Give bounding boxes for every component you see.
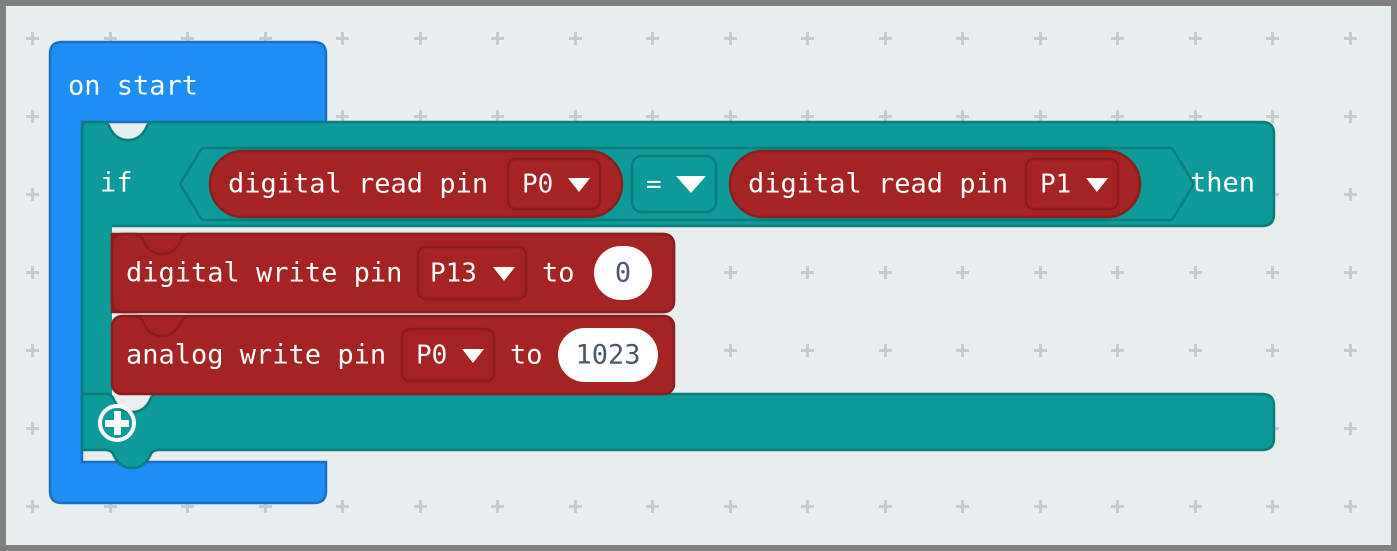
- analog-write-value-input[interactable]: 1023: [558, 328, 658, 382]
- digital-read-pin-left-label: digital read pin: [228, 169, 488, 200]
- pin-dropdown-right[interactable]: P1: [1024, 157, 1120, 211]
- analog-write-pin-value: P0: [416, 341, 447, 371]
- analog-write-to-label: to: [510, 340, 543, 371]
- comparison-operator-value: =: [646, 170, 662, 200]
- digital-write-pin-label: digital write pin: [126, 258, 402, 289]
- then-label: then: [1190, 168, 1255, 199]
- digital-read-pin-right-label: digital read pin: [748, 169, 1008, 200]
- analog-write-value-text: 1023: [575, 340, 640, 371]
- digital-write-pin-dropdown[interactable]: P13: [416, 245, 528, 301]
- analog-write-pin-dropdown[interactable]: P0: [400, 327, 496, 383]
- pin-dropdown-left-value: P0: [522, 170, 553, 200]
- analog-write-pin-label: analog write pin: [126, 340, 386, 371]
- if-label: if: [100, 168, 133, 199]
- comparison-operator-dropdown[interactable]: =: [630, 154, 718, 214]
- block-editor-canvas[interactable]: on start if then digital read pin P0 = d…: [0, 0, 1397, 551]
- blocks-layer[interactable]: on start if then digital read pin P0 = d…: [6, 6, 1391, 545]
- digital-write-pin-value: P13: [430, 259, 477, 289]
- add-clause-button[interactable]: [98, 404, 136, 442]
- pin-dropdown-left[interactable]: P0: [506, 157, 602, 211]
- plus-circle-icon-bar: [105, 420, 129, 427]
- on-start-label: on start: [68, 71, 198, 102]
- digital-write-value-text: 0: [615, 258, 631, 289]
- digital-write-to-label: to: [542, 258, 575, 289]
- pin-dropdown-right-value: P1: [1040, 170, 1071, 200]
- digital-write-value-input[interactable]: 0: [594, 246, 652, 300]
